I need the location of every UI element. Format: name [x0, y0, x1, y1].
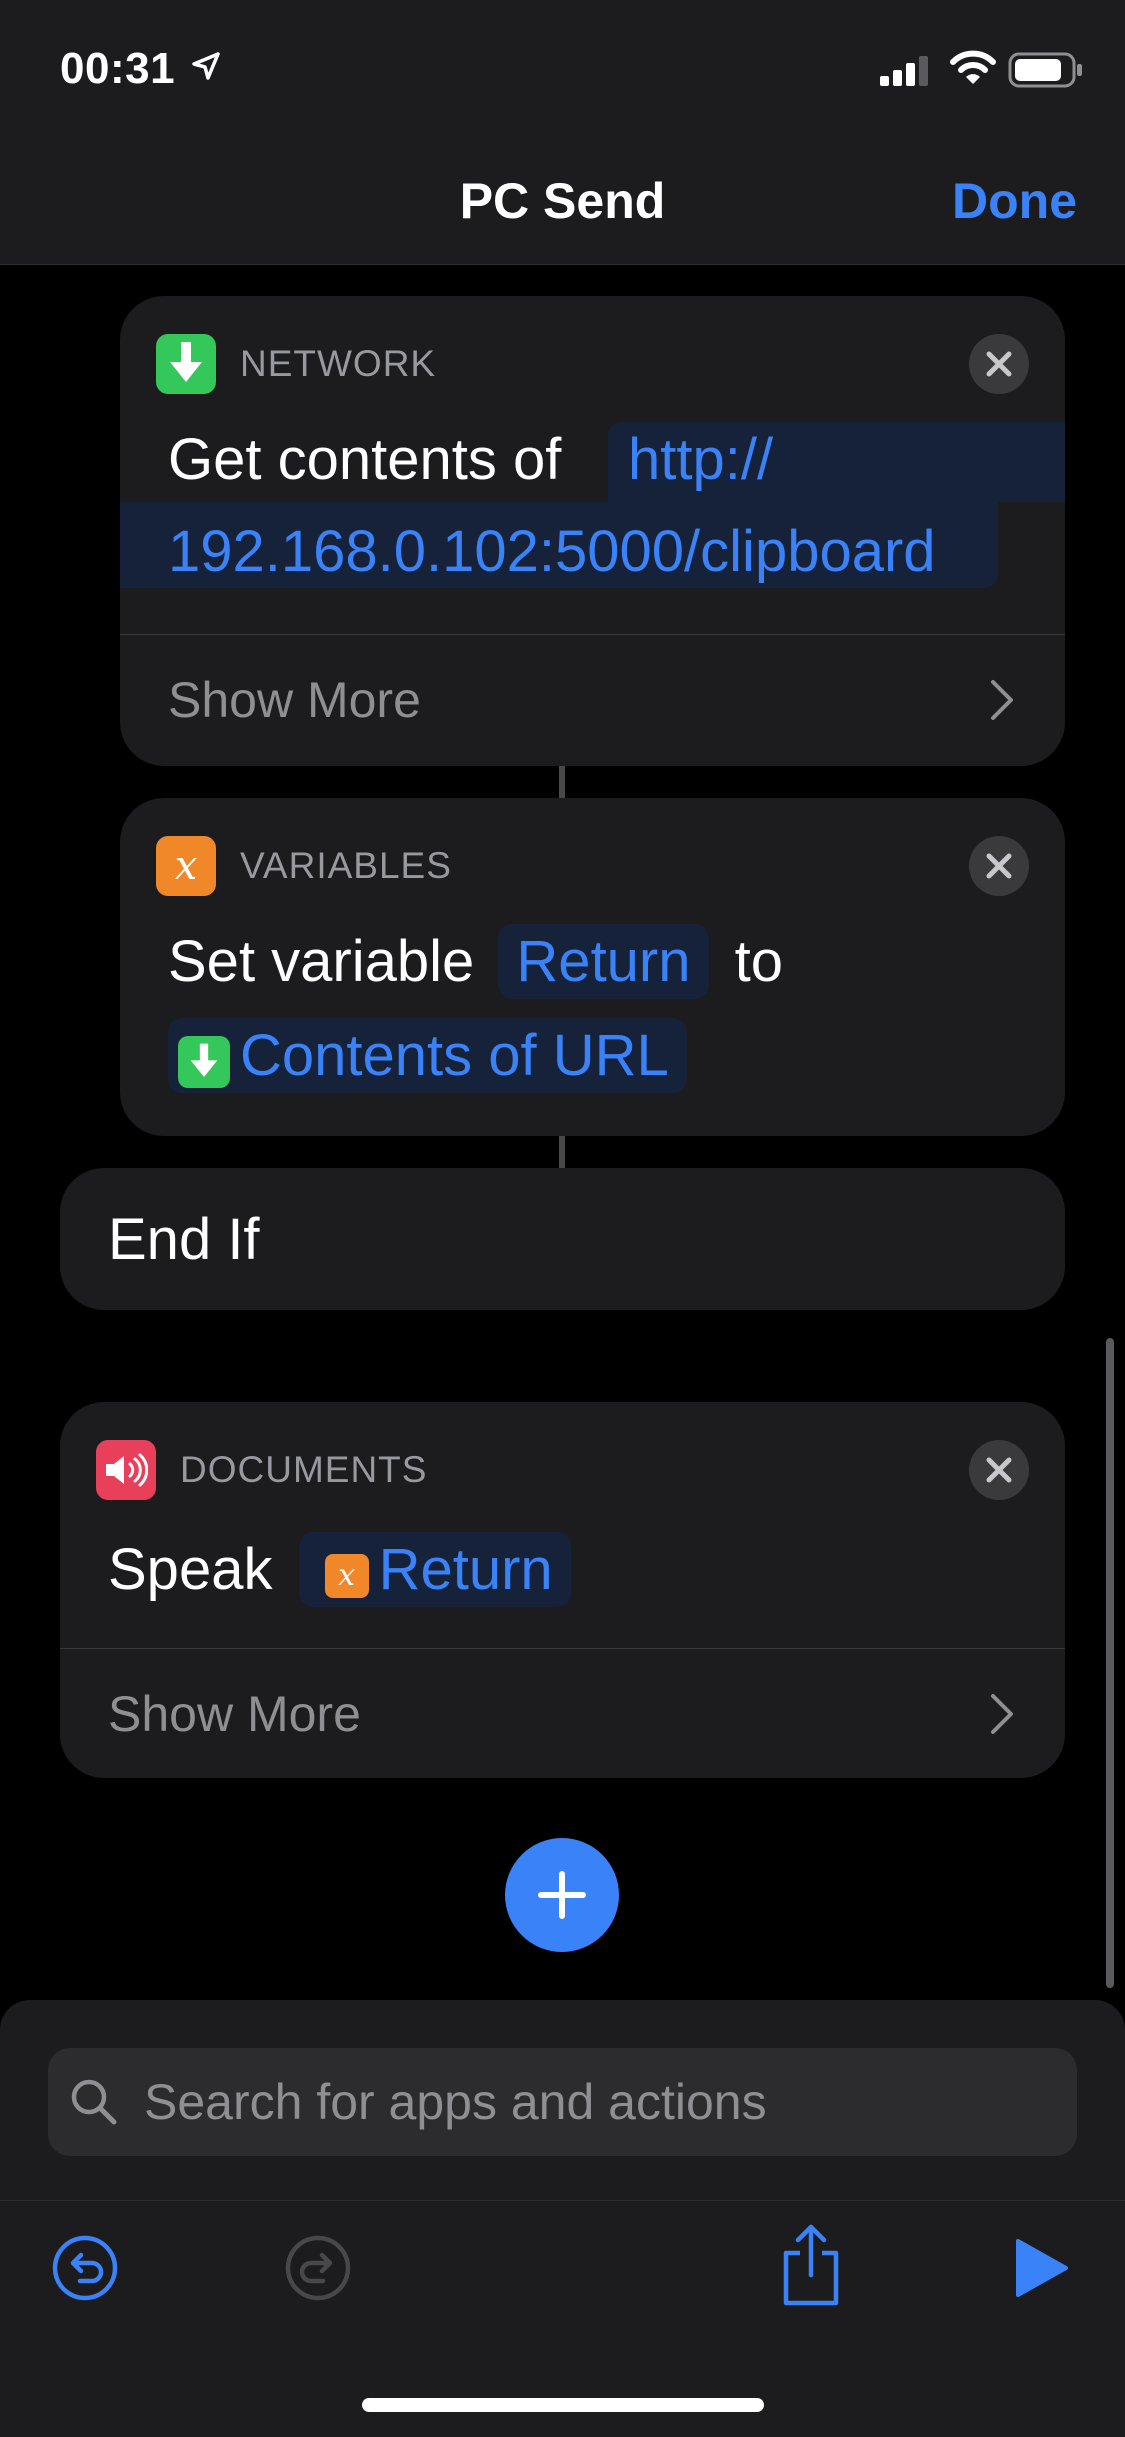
location-arrow-icon — [192, 52, 220, 80]
close-icon — [986, 351, 1012, 377]
speak-variable-token[interactable]: x Return — [298, 1532, 571, 1607]
status-bar: 00:31 — [0, 0, 1125, 132]
show-more-label: Show More — [168, 672, 421, 728]
scroll-indicator[interactable] — [1106, 1338, 1114, 1988]
speak-variable-label: Return — [378, 1537, 553, 1602]
get-contents-action-card[interactable]: NETWORK Get contents of http:// 192.168.… — [120, 296, 1065, 766]
search-input[interactable]: Search for apps and actions — [48, 2048, 1077, 2156]
action-search-sheet: Search for apps and actions — [0, 2000, 1125, 2437]
wifi-icon — [950, 50, 996, 84]
close-icon — [986, 853, 1012, 879]
status-time: 00:31 — [60, 44, 176, 93]
speaker-icon — [96, 1440, 156, 1500]
chevron-right-icon — [991, 680, 1013, 720]
done-button[interactable]: Done — [952, 172, 1077, 230]
action-connector-word: to — [734, 929, 784, 994]
category-label: VARIABLES — [240, 845, 452, 886]
share-icon[interactable] — [778, 2223, 844, 2307]
variable-value-token[interactable]: Contents of URL — [168, 1018, 687, 1093]
remove-action-button[interactable] — [969, 1440, 1029, 1500]
variable-x-icon: x — [156, 836, 216, 896]
action-text-line-1: Speak x Return — [108, 1532, 571, 1607]
flow-connector — [559, 1136, 565, 1168]
navigation-bar: PC Send Done — [0, 132, 1125, 265]
action-prefix: Speak — [108, 1537, 273, 1602]
download-arrow-icon — [156, 334, 216, 394]
action-text-line-1: Set variable Return to — [168, 924, 783, 999]
action-text-line-1: Get contents of — [168, 426, 561, 493]
category-label: NETWORK — [240, 343, 437, 384]
plus-icon — [538, 1871, 586, 1919]
redo-icon[interactable] — [283, 2233, 353, 2303]
undo-icon[interactable] — [50, 2233, 120, 2303]
action-prefix: Set variable — [168, 929, 475, 994]
close-icon — [986, 1457, 1012, 1483]
remove-action-button[interactable] — [969, 836, 1029, 896]
end-if-block[interactable]: End If — [60, 1168, 1065, 1310]
show-more-button[interactable]: Show More — [60, 1648, 1065, 1778]
download-arrow-icon — [178, 1036, 230, 1088]
variable-x-icon: x — [324, 1554, 369, 1598]
add-action-button[interactable] — [505, 1838, 619, 1952]
cellular-signal-icon — [880, 56, 928, 86]
show-more-button[interactable]: Show More — [120, 634, 1065, 765]
category-label: DOCUMENTS — [180, 1449, 428, 1490]
speak-action-card[interactable]: DOCUMENTS Speak x Return Show More — [60, 1402, 1065, 1778]
flow-connector — [559, 766, 565, 798]
battery-icon — [1008, 52, 1082, 88]
home-indicator[interactable] — [362, 2398, 764, 2412]
end-if-label: End If — [108, 1207, 260, 1272]
url-token-line-2[interactable]: 192.168.0.102:5000/clipboard — [168, 518, 936, 585]
show-more-label: Show More — [108, 1686, 361, 1742]
chevron-right-icon — [991, 1694, 1013, 1734]
set-variable-action-card[interactable]: x VARIABLES Set variable Return to Conte… — [120, 798, 1065, 1136]
category-header: DOCUMENTS — [96, 1440, 427, 1500]
remove-action-button[interactable] — [969, 334, 1029, 394]
search-placeholder: Search for apps and actions — [144, 2074, 767, 2130]
run-play-icon[interactable] — [1014, 2237, 1070, 2299]
category-header: NETWORK — [156, 334, 436, 394]
category-header: x VARIABLES — [156, 836, 452, 896]
action-text-line-2: Contents of URL — [168, 1018, 687, 1093]
variable-value-label: Contents of URL — [240, 1023, 669, 1088]
search-icon — [71, 2079, 117, 2125]
action-prefix: Get contents of — [168, 427, 562, 492]
url-token-line-1[interactable]: http:// — [628, 426, 773, 493]
variable-name-token[interactable]: Return — [498, 924, 709, 999]
